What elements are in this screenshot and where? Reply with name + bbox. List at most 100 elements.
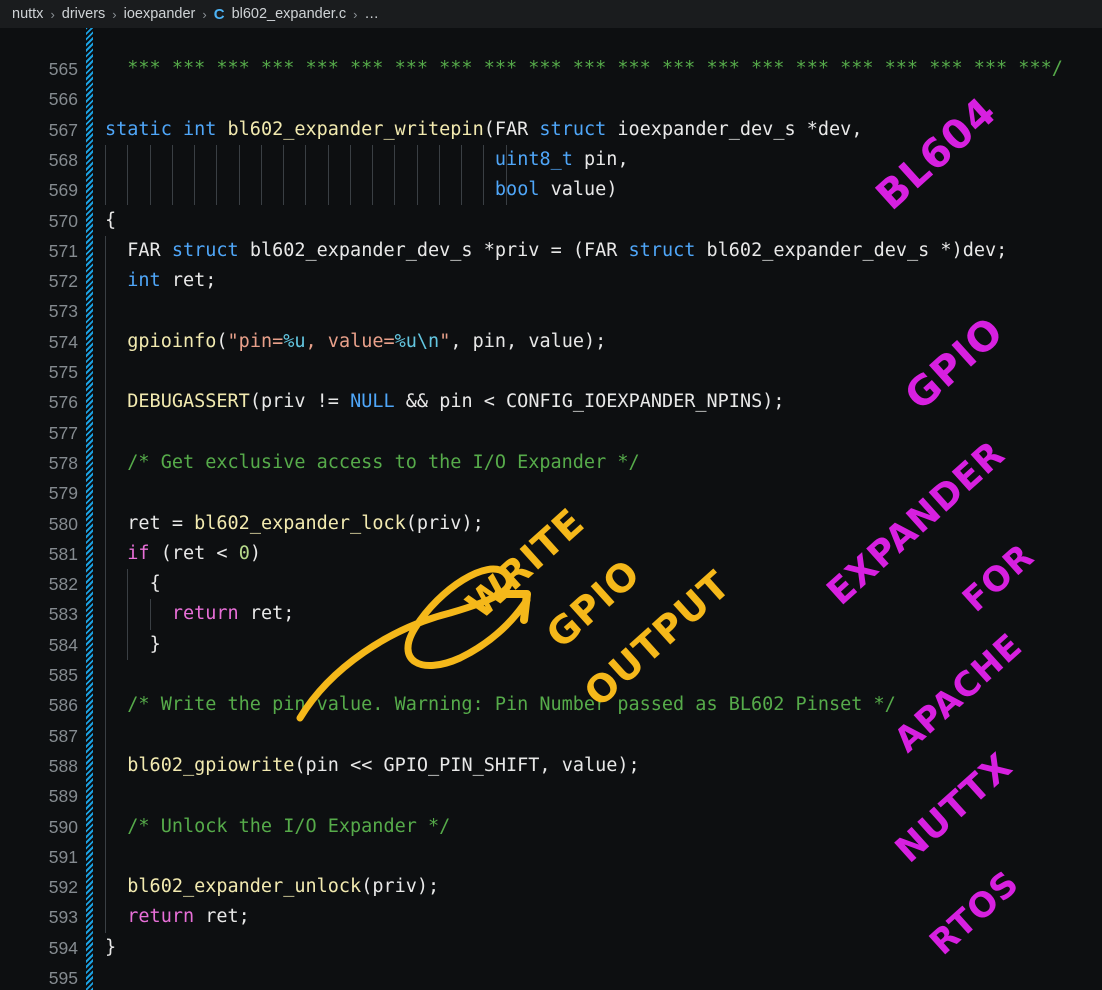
line-text: /* Get exclusive access to the I/O Expan… [105,451,640,473]
code-line[interactable]: 572 int ret; [0,266,1102,296]
code-line[interactable]: 586 /* Write the pin value. Warning: Pin… [0,690,1102,720]
code-line[interactable]: 581 if (ret < 0) [0,539,1102,569]
line-text: if (ret < 0) [127,542,261,564]
indent-guide [438,144,440,206]
line-text: return ret; [127,906,250,928]
code-line[interactable]: 576 DEBUGASSERT(priv != NULL && pin < CO… [0,387,1102,417]
indent-guide [127,144,129,206]
line-number: 591 [48,846,78,867]
code-line[interactable]: 567 static int bl602_expander_writepin(FA… [0,115,1102,145]
line-number: 568 [48,149,78,170]
line-number: 572 [48,271,78,292]
line-text: bl602_expander_unlock(priv); [127,876,440,898]
code-line[interactable]: 583 return ret; [0,599,1102,629]
line-number: 575 [48,362,78,382]
line-number: 569 [48,180,78,201]
breadcrumb-separator-icon: › [50,6,55,22]
code-line[interactable]: 573 [0,296,1102,326]
line-text: { [105,209,117,231]
indent-guide [105,144,106,206]
indent-guide [105,235,106,933]
code-line[interactable]: 580 ret = bl602_expander_lock(priv); [0,509,1102,539]
line-number: 567 [48,119,78,140]
code-line[interactable]: 589 [0,781,1102,811]
line-text: DEBUGASSERT(priv != NULL && pin < CONFIG… [127,391,785,413]
indent-guide [372,144,374,206]
line-text: *** *** *** *** *** *** *** *** *** *** … [105,58,1063,79]
breadcrumb-file-name[interactable]: bl602_expander.c [232,6,347,22]
code-line[interactable]: 591 [0,842,1102,872]
line-number: 583 [48,604,78,625]
breadcrumb-symbol-overflow[interactable]: … [364,6,379,22]
line-number: 584 [48,634,78,655]
indent-guide [260,144,262,206]
code-line[interactable]: 588 bl602_gpiowrite(pin << GPIO_PIN_SHIF… [0,751,1102,781]
code-line[interactable]: 565 *** *** *** *** *** *** *** *** *** … [0,54,1102,84]
breadcrumb-item-nuttx[interactable]: nuttx [12,6,43,22]
line-text: bool value) [494,179,618,201]
code-line[interactable]: 584 } [0,630,1102,660]
code-line[interactable]: 595 [0,963,1102,990]
line-number: 589 [48,786,78,807]
line-number: 586 [48,695,78,716]
breadcrumb-separator-icon: › [202,6,207,22]
line-number: 582 [48,574,78,595]
line-number: 588 [48,755,78,776]
line-text: return ret; [171,603,295,625]
line-text: static int bl602_expander_writepin(FAR s… [105,118,863,140]
code-line[interactable]: 592 bl602_expander_unlock(priv); [0,872,1102,902]
code-line[interactable]: 571 FAR struct bl602_expander_dev_s *pri… [0,236,1102,266]
line-number: 595 [48,968,78,988]
line-number: 594 [48,937,78,958]
indent-guide [216,144,218,206]
line-text: gpioinfo("pin=%u, value=%u\n", pin, valu… [127,330,607,352]
code-line[interactable]: 577 [0,418,1102,448]
code-line[interactable]: 568 uint8_t pin, [0,145,1102,175]
line-number: 579 [48,483,78,504]
code-line[interactable]: 566 [0,84,1102,114]
indent-guide [349,144,351,206]
code-line[interactable]: 594} [0,933,1102,963]
line-number: 581 [48,543,78,564]
line-number: 573 [48,301,78,322]
line-text: /* Write the pin value. Warning: Pin Num… [105,694,896,716]
code-line[interactable]: 569 bool value) [0,175,1102,205]
indent-guide [394,144,396,206]
indent-guide [461,144,463,206]
code-line[interactable]: 570 { [0,206,1102,236]
line-number: 585 [48,665,78,685]
indent-guide [283,144,285,206]
line-text: int ret; [127,270,217,292]
indent-guide [416,144,418,206]
line-number: 593 [48,907,78,928]
breadcrumb: nuttx › drivers › ioexpander › C bl602_e… [0,0,1102,28]
breadcrumb-item-ioexpander[interactable]: ioexpander [124,6,196,22]
line-text: } [149,633,161,655]
line-number: 590 [48,816,78,837]
code-line[interactable]: 593 return ret; [0,902,1102,932]
code-line[interactable]: 587 [0,721,1102,751]
indent-guide [171,144,173,206]
code-line[interactable]: 590 /* Unlock the I/O Expander */ [0,812,1102,842]
indent-guide [327,144,329,206]
breadcrumb-item-drivers[interactable]: drivers [62,6,106,22]
line-text: ret = bl602_expander_lock(priv); [127,512,484,534]
breadcrumb-separator-icon: › [353,6,358,22]
line-number: 577 [48,422,78,443]
indent-guide [127,569,129,660]
code-line[interactable]: 574 gpioinfo("pin=%u, value=%u\n", pin, … [0,327,1102,357]
code-line[interactable]: 579 [0,478,1102,508]
line-number: 571 [48,240,78,261]
line-text: } [105,936,117,958]
indent-guide [149,144,151,206]
line-number: 570 [48,210,78,231]
code-line[interactable]: 578 /* Get exclusive access to the I/O E… [0,448,1102,478]
c-file-icon: C [213,5,225,23]
line-text: FAR struct bl602_expander_dev_s *priv = … [127,239,1008,261]
code-line[interactable]: 575 [0,357,1102,387]
code-line[interactable]: 582 { [0,569,1102,599]
breadcrumb-separator-icon: › [112,6,117,22]
line-number: 574 [48,331,78,352]
code-editor[interactable]: 565 *** *** *** *** *** *** *** *** *** … [0,28,1102,990]
code-line[interactable]: 585 [0,660,1102,690]
